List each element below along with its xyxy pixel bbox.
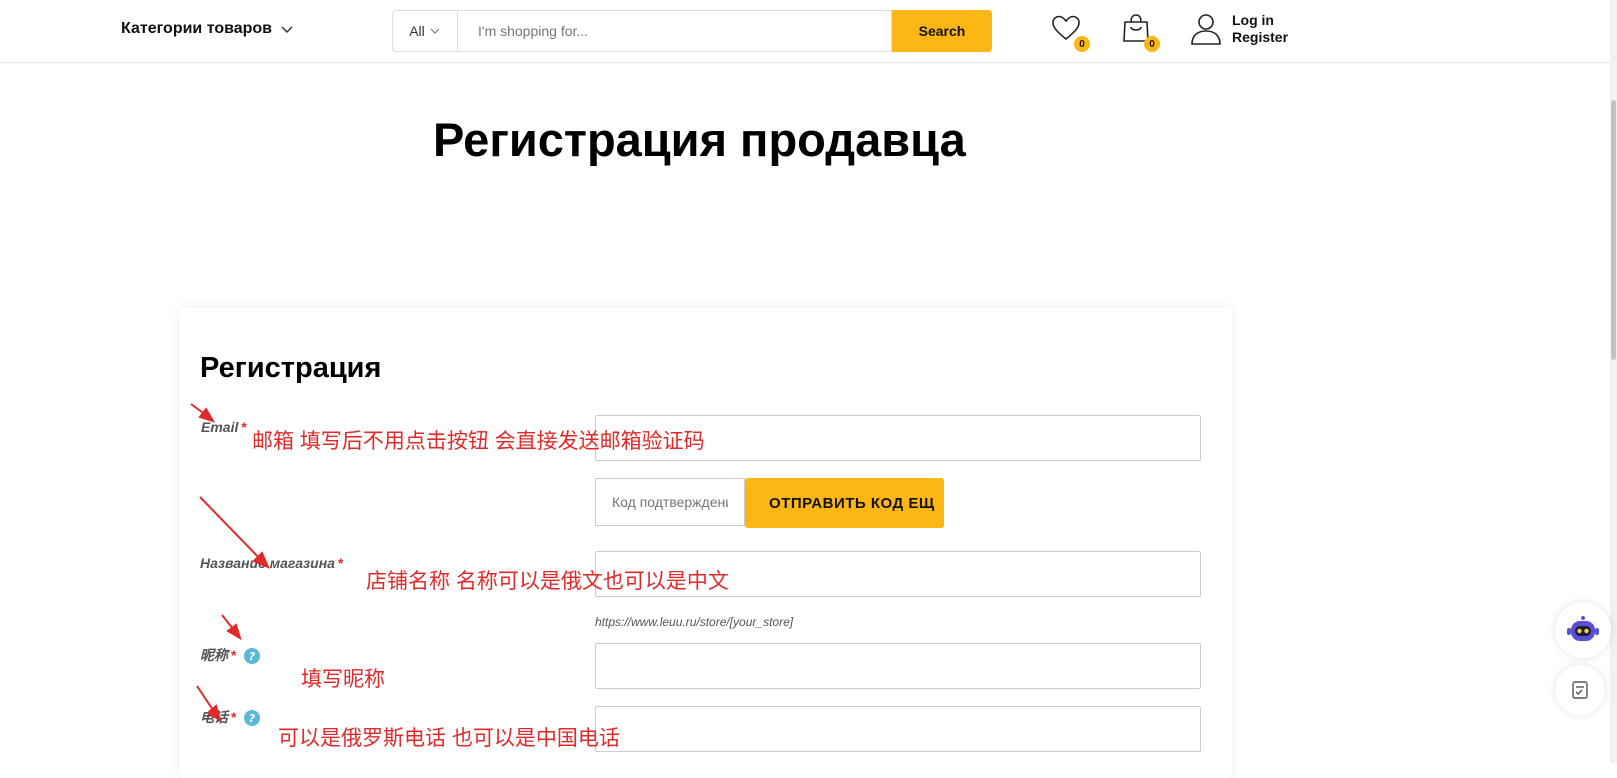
form-title: Регистрация: [200, 352, 382, 384]
send-code-button[interactable]: ОТПРАВИТЬ КОД ЕЩ: [745, 478, 944, 528]
page-scrollbar[interactable]: [1610, 0, 1617, 763]
register-link[interactable]: Register: [1232, 29, 1288, 46]
nickname-label-text: 昵称: [200, 647, 228, 663]
search-bar: All Search: [392, 10, 992, 52]
verification-code-input[interactable]: [595, 478, 745, 526]
scrollbar-thumb[interactable]: [1611, 100, 1616, 360]
email-annotation: 邮箱 填写后不用点击按钮 会直接发送邮箱验证码: [252, 430, 705, 453]
categories-label: Категории товаров: [121, 20, 273, 37]
checklist-icon: [1572, 681, 1588, 699]
nickname-label: 昵称 * ?: [200, 645, 261, 665]
site-header: Категории товаров All Search 0 0 Log in …: [0, 0, 1610, 63]
page-title: Регистрация продавца: [433, 113, 966, 166]
required-mark: *: [241, 419, 247, 435]
categories-dropdown[interactable]: Категории товаров: [121, 20, 294, 38]
nickname-field[interactable]: [595, 643, 1201, 689]
search-button[interactable]: Search: [892, 10, 992, 52]
help-icon[interactable]: ?: [243, 647, 261, 665]
search-input[interactable]: [457, 10, 892, 52]
cart-count-badge: 0: [1144, 36, 1160, 52]
search-category-value: All: [409, 23, 425, 39]
phone-label-text: 电话: [200, 709, 228, 725]
email-label: Email *: [201, 419, 247, 435]
notes-button[interactable]: [1555, 665, 1605, 715]
svg-text:?: ?: [249, 650, 256, 663]
svg-text:?: ?: [249, 712, 256, 725]
store-url-hint: https://www.leuu.ru/store/[your_store]: [595, 615, 794, 629]
required-mark: *: [231, 647, 237, 663]
phone-label: 电话 * ?: [200, 707, 261, 727]
user-icon: [1191, 14, 1221, 45]
account-links: Log in Register: [1232, 12, 1288, 46]
phone-field[interactable]: [595, 706, 1201, 752]
shop-name-label-text: Название магазина: [200, 555, 335, 571]
nickname-annotation: 填写昵称: [301, 668, 385, 691]
shop-name-label: Название магазина *: [200, 555, 343, 571]
login-link[interactable]: Log in: [1232, 12, 1288, 29]
cart-button[interactable]: 0: [1120, 12, 1160, 52]
chevron-down-icon: [281, 26, 293, 34]
chat-bot-button[interactable]: [1555, 602, 1611, 658]
required-mark: *: [231, 709, 237, 725]
shop-name-annotation: 店铺名称 名称可以是俄文也可以是中文: [366, 570, 729, 593]
help-icon[interactable]: ?: [243, 709, 261, 727]
wishlist-count-badge: 0: [1074, 36, 1090, 52]
chevron-down-icon: [430, 28, 440, 34]
phone-annotation: 可以是俄罗斯电话 也可以是中国电话: [278, 727, 620, 750]
email-label-text: Email: [201, 419, 239, 435]
wishlist-button[interactable]: 0: [1050, 12, 1090, 52]
robot-icon: [1567, 616, 1599, 641]
search-category-select[interactable]: All: [392, 10, 457, 52]
required-mark: *: [337, 555, 344, 571]
account-menu: Log in Register: [1190, 12, 1288, 46]
